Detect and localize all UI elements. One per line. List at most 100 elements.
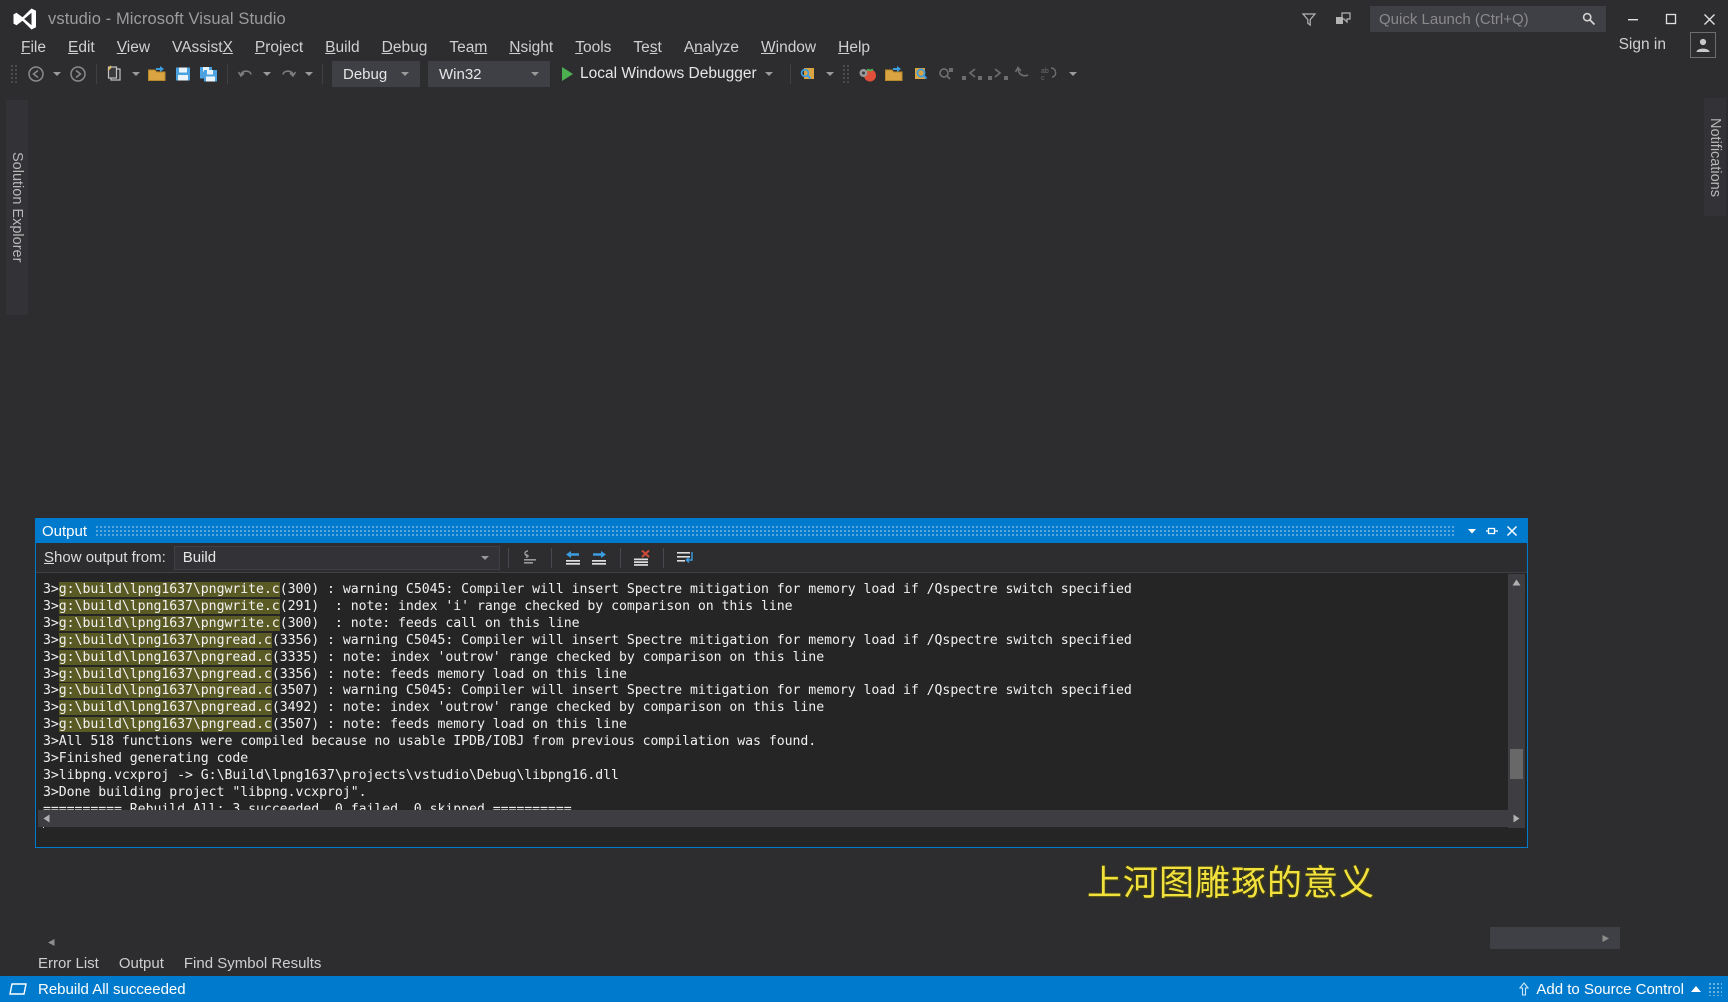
undo-marker-icon[interactable] — [1011, 61, 1037, 87]
chevron-down-icon[interactable] — [401, 72, 409, 76]
search-icon[interactable] — [1581, 11, 1605, 27]
menu-team[interactable]: Team — [438, 36, 498, 60]
go-to-previous-message-icon[interactable] — [560, 546, 586, 570]
resize-grip-icon[interactable] — [1708, 982, 1722, 996]
output-file-path[interactable]: g:\build\lpng1637\pngread.c — [58, 632, 272, 648]
output-file-path[interactable]: g:\build\lpng1637\pngread.c — [58, 700, 272, 716]
output-file-path[interactable]: g:\build\lpng1637\pngread.c — [58, 717, 272, 733]
clear-all-icon[interactable] — [629, 546, 655, 570]
tab-output[interactable]: Output — [109, 952, 174, 981]
output-line[interactable]: 3>g:\build\lpng1637\pngread.c(3356) : no… — [43, 666, 1509, 684]
step-forward-icon[interactable] — [985, 61, 1011, 87]
scroll-left-icon[interactable] — [38, 810, 55, 827]
menu-nsight[interactable]: Nsight — [498, 36, 564, 60]
output-source-combo[interactable]: Build — [173, 545, 500, 570]
configuration-combo[interactable]: Debug — [332, 61, 420, 87]
menu-window[interactable]: Window — [750, 36, 827, 60]
tab-find-symbol-results[interactable]: Find Symbol Results — [174, 952, 332, 981]
title-drag-dots[interactable] — [95, 525, 1455, 537]
menu-view[interactable]: View — [106, 36, 161, 60]
navigate-back-icon[interactable] — [23, 61, 49, 87]
new-item-dropdown-icon[interactable] — [132, 72, 140, 76]
redo-icon[interactable] — [275, 61, 301, 87]
output-text-area[interactable]: 3>g:\build\lpng1637\pngwrite.c(321) : no… — [37, 574, 1526, 828]
navigate-forward-icon[interactable] — [65, 61, 91, 87]
find-in-files-icon[interactable] — [796, 61, 822, 87]
undo-icon[interactable] — [233, 61, 259, 87]
feedback-icon[interactable] — [1326, 4, 1360, 34]
tabs-scroll-left-icon[interactable] — [40, 935, 62, 949]
chevron-down-icon[interactable] — [764, 72, 773, 76]
go-to-next-message-icon[interactable] — [586, 546, 612, 570]
quick-launch-input[interactable] — [1371, 10, 1581, 28]
undo-dropdown-icon[interactable] — [263, 72, 271, 76]
output-vertical-scrollbar[interactable] — [1508, 574, 1525, 828]
output-file-path[interactable]: g:\build\lpng1637\pngread.c — [58, 649, 272, 665]
menu-vassistx[interactable]: VAssistX — [161, 36, 244, 60]
output-file-path[interactable]: g:\build\lpng1637\pngwrite.c — [58, 598, 280, 614]
sign-in-button[interactable]: Sign in — [1619, 36, 1666, 54]
abc-icon[interactable]: ab c — [1037, 61, 1063, 87]
save-icon[interactable] — [170, 61, 196, 87]
tab-error-list[interactable]: Error List — [28, 952, 109, 981]
output-file-path[interactable]: g:\build\lpng1637\pngread.c — [58, 683, 272, 699]
horizontal-scroll-track[interactable] — [55, 810, 1508, 827]
navigate-back-dropdown-icon[interactable] — [53, 72, 61, 76]
find-symbol-icon[interactable] — [907, 61, 933, 87]
quick-find-icon[interactable] — [933, 61, 959, 87]
close-icon[interactable] — [1690, 4, 1728, 34]
sidebar-item-notifications[interactable]: Notifications — [1704, 98, 1726, 216]
output-line[interactable]: 3>g:\build\lpng1637\pngwrite.c(291) : no… — [43, 598, 1509, 616]
find-dropdown-icon[interactable] — [825, 72, 834, 76]
platform-combo[interactable]: Win32 — [428, 61, 550, 87]
vertical-scroll-thumb[interactable] — [1510, 749, 1523, 779]
tabs-scroll-right-icon[interactable] — [1490, 927, 1620, 949]
toggle-word-wrap-icon[interactable] — [672, 546, 698, 570]
output-line[interactable]: 3>g:\build\lpng1637\pngread.c(3492) : no… — [43, 700, 1509, 717]
output-line[interactable]: 3>g:\build\lpng1637\pngread.c(3507) : no… — [43, 717, 1509, 734]
output-file-path[interactable]: g:\build\lpng1637\pngwrite.c — [58, 615, 280, 631]
close-icon[interactable] — [1503, 522, 1521, 540]
step-back-icon[interactable] — [959, 61, 985, 87]
minimize-icon[interactable] — [1614, 4, 1652, 34]
chevron-down-icon[interactable] — [480, 555, 489, 560]
find-message-icon[interactable] — [517, 546, 543, 570]
toolbar-grip[interactable] — [10, 64, 19, 84]
pin-icon[interactable] — [1483, 522, 1501, 540]
maximize-icon[interactable] — [1652, 4, 1690, 34]
nsight-tomato-icon[interactable] — [855, 61, 881, 87]
start-debugging-button[interactable]: Local Windows Debugger — [554, 61, 785, 87]
save-all-icon[interactable] — [196, 61, 222, 87]
output-line[interactable]: 3>g:\build\lpng1637\pngread.c(3335) : no… — [43, 649, 1509, 667]
menu-test[interactable]: Test — [622, 36, 672, 60]
menu-file[interactable]: FFileile — [10, 36, 57, 60]
output-horizontal-scrollbar[interactable] — [38, 810, 1525, 827]
output-line[interactable]: 3>g:\build\lpng1637\pngread.c(3356) : wa… — [43, 632, 1509, 650]
account-icon[interactable] — [1690, 32, 1716, 58]
open-folder-icon[interactable] — [881, 61, 907, 87]
redo-dropdown-icon[interactable] — [305, 72, 313, 76]
menu-tools[interactable]: Tools — [564, 36, 622, 60]
output-line[interactable]: 3>g:\build\lpng1637\pngwrite.c(300) : wa… — [43, 582, 1509, 599]
expand-up-icon[interactable] — [1690, 984, 1702, 994]
toolbar-overflow-icon[interactable] — [1068, 72, 1077, 76]
output-file-path[interactable]: g:\build\lpng1637\pngread.c — [58, 666, 272, 682]
quick-launch-box[interactable] — [1370, 6, 1606, 32]
sidebar-item-solution-explorer[interactable]: Solution Explorer — [6, 100, 28, 315]
new-item-icon[interactable] — [102, 61, 128, 87]
menu-build[interactable]: Build — [314, 36, 370, 60]
open-file-icon[interactable] — [144, 61, 170, 87]
chevron-down-icon[interactable] — [1463, 522, 1481, 540]
menu-analyze[interactable]: Analyze — [673, 36, 750, 60]
toolbar-grip[interactable] — [841, 64, 851, 84]
output-file-path[interactable]: g:\build\lpng1637\pngwrite.c — [58, 582, 280, 597]
menu-edit[interactable]: Edit — [57, 36, 106, 60]
arrow-up-icon[interactable] — [1518, 982, 1530, 996]
scroll-up-icon[interactable] — [1508, 574, 1525, 591]
menu-debug[interactable]: Debug — [371, 36, 439, 60]
menu-project[interactable]: Project — [244, 36, 314, 60]
output-title-bar[interactable]: Output — [36, 519, 1527, 543]
output-line[interactable]: 3>g:\build\lpng1637\pngread.c(3507) : wa… — [43, 683, 1509, 700]
scroll-right-icon[interactable] — [1508, 810, 1525, 827]
filter-icon[interactable] — [1292, 4, 1326, 34]
